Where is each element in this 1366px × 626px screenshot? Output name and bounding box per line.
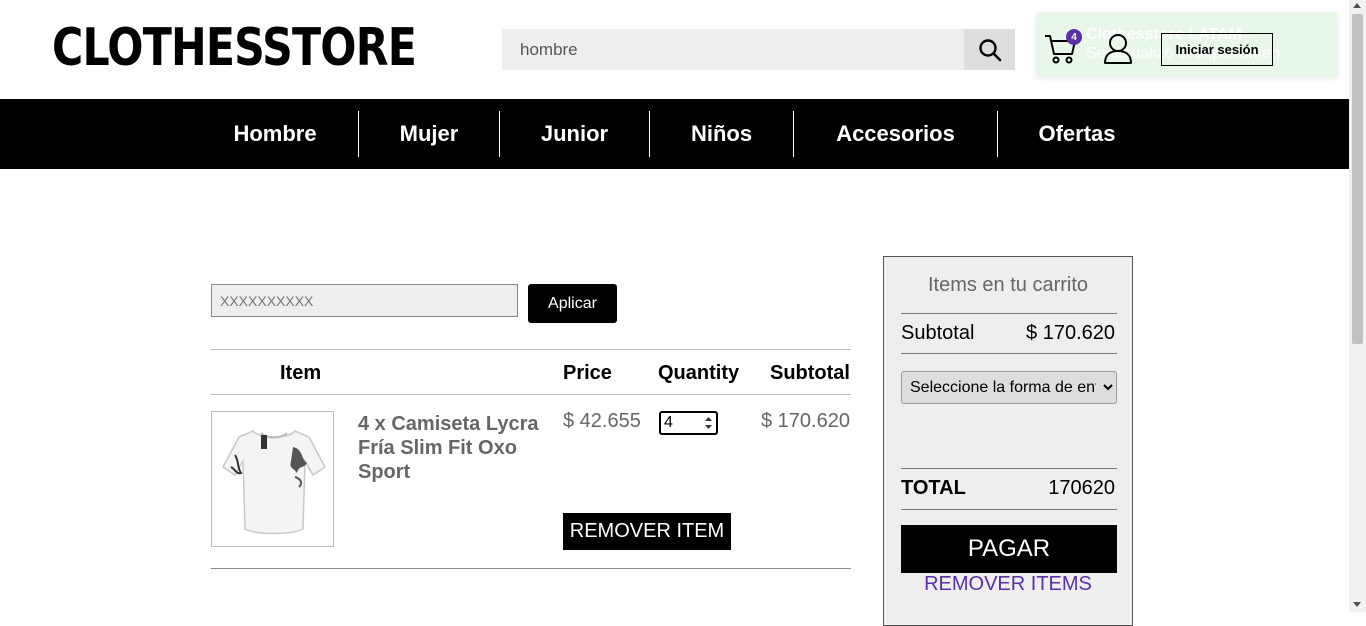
scroll-down-icon[interactable] — [1353, 602, 1361, 607]
subtotal-label: Subtotal — [901, 322, 975, 344]
quantity-value: 4 — [664, 414, 673, 431]
header: CLOTHESSTORE Clothesstore LATAM Se actua… — [0, 0, 1349, 99]
product-name[interactable]: 4 x Camiseta Lycra Fría Slim Fit Oxo Spo… — [358, 412, 548, 484]
search-button[interactable] — [964, 29, 1015, 70]
total-label: TOTAL — [901, 477, 966, 499]
user-button[interactable] — [1103, 33, 1133, 65]
delivery-method-select[interactable]: Seleccione la forma de entrega — [901, 371, 1117, 404]
coupon-input[interactable] — [211, 284, 518, 317]
nav-item-accesorios[interactable]: Accesorios — [794, 99, 997, 169]
nav-item-ofertas[interactable]: Ofertas — [998, 99, 1156, 169]
product-price: $ 42.655 — [563, 410, 641, 432]
subtotal-value: $ 170.620 — [1026, 322, 1115, 344]
column-header-price: Price — [563, 362, 612, 384]
divider — [901, 509, 1117, 510]
nav-item-junior[interactable]: Junior — [500, 99, 649, 169]
tshirt-icon — [221, 430, 326, 535]
search-bar — [502, 29, 1015, 70]
main-nav: Hombre Mujer Junior Niños Accesorios Ofe… — [0, 99, 1349, 169]
nav-item-ninos[interactable]: Niños — [650, 99, 793, 169]
scrollbar-thumb[interactable] — [1352, 14, 1363, 344]
summary-title: Items en tu carrito — [927, 274, 1089, 296]
remove-item-button[interactable]: REMOVER ITEM — [563, 513, 731, 550]
divider — [901, 468, 1117, 469]
row-subtotal: $ 170.620 — [761, 410, 850, 432]
cart-count-badge: 4 — [1066, 29, 1082, 45]
total-value: 170620 — [1048, 477, 1115, 499]
remove-all-items-link[interactable]: REMOVER ITEMS — [884, 573, 1132, 596]
column-header-quantity: Quantity — [658, 362, 740, 384]
login-button[interactable]: Iniciar sesión — [1161, 33, 1273, 66]
page-scrollbar[interactable] — [1349, 0, 1366, 612]
spinner-arrows-icon[interactable] — [704, 415, 713, 431]
divider — [901, 313, 1117, 314]
column-header-item: Item — [280, 362, 322, 384]
divider — [211, 349, 851, 350]
search-input[interactable] — [502, 29, 964, 70]
column-header-subtotal: Subtotal — [770, 362, 850, 384]
divider — [901, 353, 1117, 354]
nav-item-hombre[interactable]: Hombre — [211, 99, 339, 169]
logo[interactable]: CLOTHESSTORE — [52, 16, 417, 80]
nav-item-mujer[interactable]: Mujer — [359, 99, 499, 169]
pay-button[interactable]: PAGAR — [901, 525, 1117, 573]
divider — [211, 568, 851, 569]
user-icon — [1104, 34, 1132, 64]
quantity-stepper[interactable]: 4 — [659, 411, 718, 435]
scroll-up-icon[interactable] — [1353, 3, 1361, 8]
divider — [211, 394, 851, 395]
search-icon — [978, 38, 1001, 61]
cart-summary: Items en tu carrito Subtotal $ 170.620 S… — [883, 256, 1133, 626]
product-image[interactable] — [211, 411, 334, 547]
apply-coupon-button[interactable]: Aplicar — [528, 284, 617, 323]
